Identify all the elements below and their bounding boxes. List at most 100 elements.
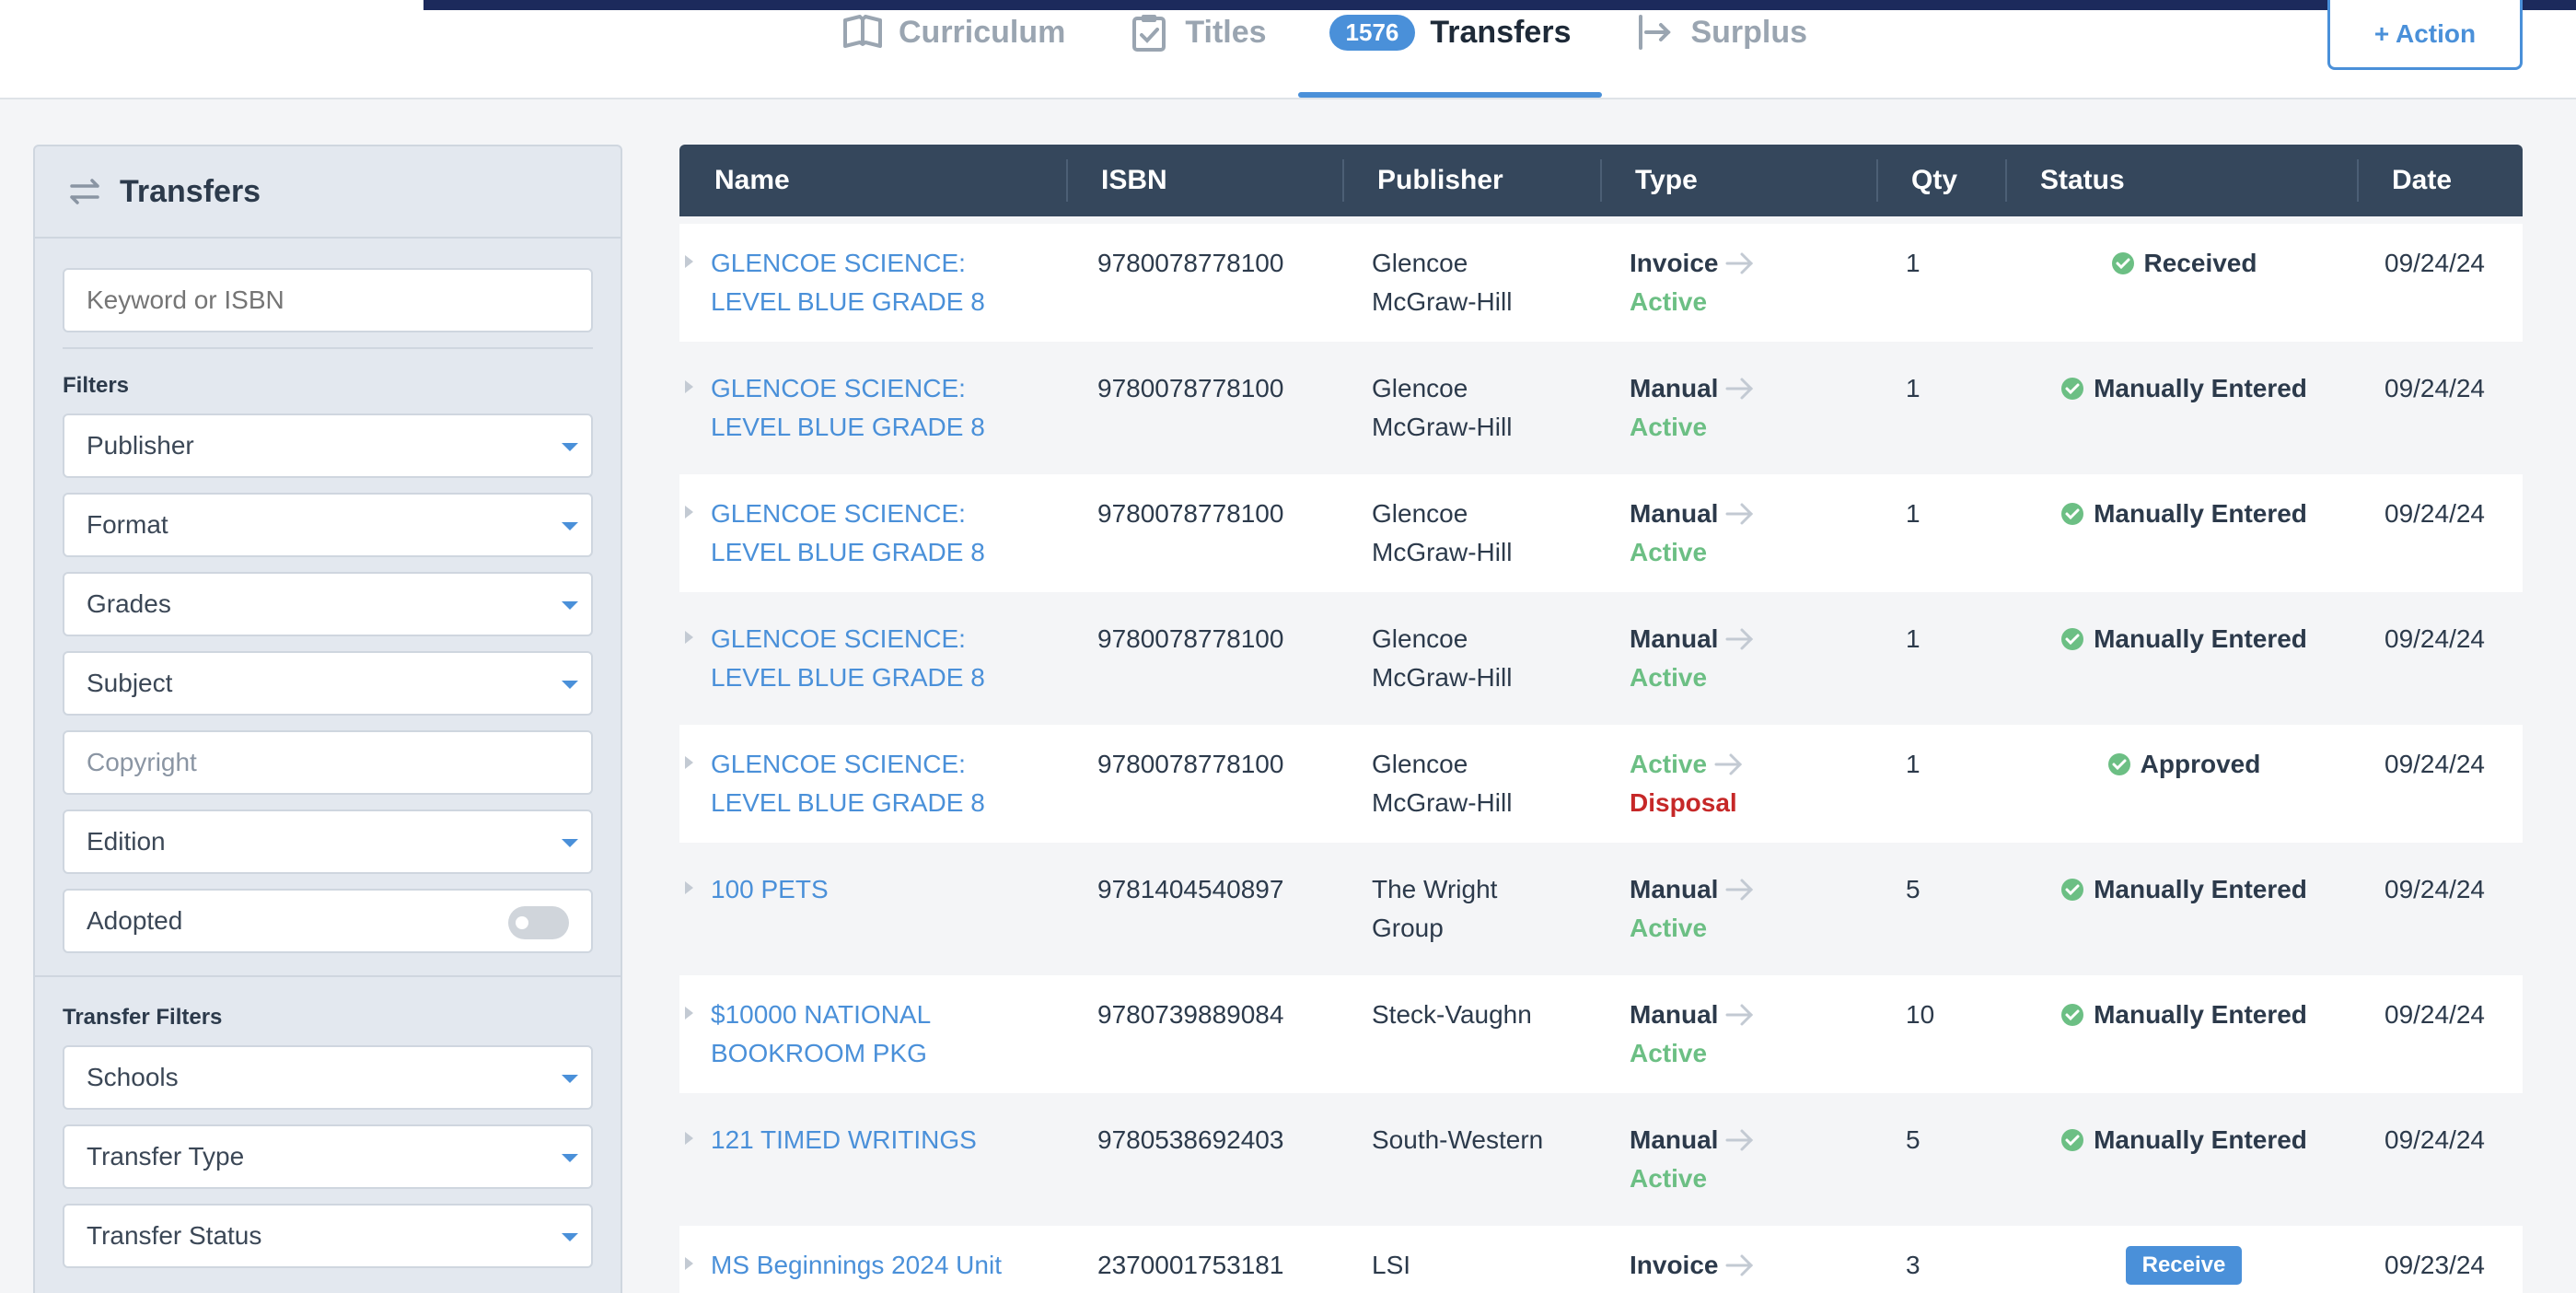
type-from: Manual bbox=[1630, 870, 1757, 909]
type-to-label: Active bbox=[1630, 1039, 1708, 1067]
publisher-line: McGraw-Hill bbox=[1372, 538, 1513, 566]
receive-button[interactable]: Receive bbox=[2125, 1246, 2243, 1285]
isbn-cell: 9780078778100 bbox=[1097, 750, 1284, 778]
title-link[interactable]: GLENCOE SCIENCE: LEVEL BLUE GRADE 8 bbox=[711, 745, 1015, 822]
expand-caret-icon[interactable] bbox=[685, 380, 693, 393]
column-header-isbn[interactable]: ISBN bbox=[1101, 165, 1167, 196]
isbn-cell: 9780739889084 bbox=[1097, 1000, 1284, 1029]
publisher-cell: Glencoe McGraw-Hill bbox=[1372, 620, 1584, 697]
column-header-name[interactable]: Name bbox=[714, 165, 790, 196]
publisher-line: McGraw-Hill bbox=[1372, 413, 1513, 441]
table-row[interactable]: GLENCOE SCIENCE: LEVEL BLUE GRADE 8 9780… bbox=[679, 725, 2523, 843]
title-line: LEVEL BLUE GRADE 8 bbox=[711, 663, 985, 692]
table-row[interactable]: MS Beginnings 2024 Unit 4 2370001753181 … bbox=[679, 1226, 2523, 1293]
top-navigation: Curriculum Titles 1576 Transfers Surplus… bbox=[0, 0, 2576, 99]
title-link[interactable]: GLENCOE SCIENCE: LEVEL BLUE GRADE 8 bbox=[711, 495, 1015, 572]
title-line: LEVEL BLUE GRADE 8 bbox=[711, 287, 985, 316]
adopted-toggle[interactable] bbox=[508, 906, 569, 939]
qty-cell: 1 bbox=[1906, 624, 1920, 653]
isbn-cell: 9780078778100 bbox=[1097, 374, 1284, 402]
grades-select[interactable]: Grades bbox=[63, 572, 593, 636]
status-label: Manually Entered bbox=[2094, 875, 2307, 903]
title-link[interactable]: GLENCOE SCIENCE: LEVEL BLUE GRADE 8 bbox=[711, 369, 1015, 447]
type-cell: Manual Active bbox=[1630, 620, 1757, 697]
select-label: Format bbox=[87, 510, 168, 539]
expand-caret-icon[interactable] bbox=[685, 1257, 693, 1270]
tab-titles[interactable]: Titles bbox=[1097, 0, 1297, 64]
date-cell: 09/24/24 bbox=[2385, 1000, 2485, 1029]
edition-select[interactable]: Edition bbox=[63, 810, 593, 874]
title-link[interactable]: MS Beginnings 2024 Unit 4 bbox=[711, 1246, 1015, 1293]
clipboard-check-icon bbox=[1132, 15, 1166, 52]
expand-caret-icon[interactable] bbox=[685, 631, 693, 644]
date-cell: 09/24/24 bbox=[2385, 750, 2485, 778]
column-header-qty[interactable]: Qty bbox=[1911, 165, 1957, 196]
publisher-line: The Wright bbox=[1372, 875, 1498, 903]
date-cell: 09/24/24 bbox=[2385, 374, 2485, 402]
title-link[interactable]: GLENCOE SCIENCE: LEVEL BLUE GRADE 8 bbox=[711, 620, 1015, 697]
date-cell: 09/24/24 bbox=[2385, 499, 2485, 528]
column-header-date[interactable]: Date bbox=[2392, 165, 2452, 196]
column-header-type[interactable]: Type bbox=[1635, 165, 1698, 196]
subject-select[interactable]: Subject bbox=[63, 651, 593, 716]
type-from-label: Manual bbox=[1630, 374, 1719, 402]
book-icon bbox=[843, 15, 882, 48]
expand-caret-icon[interactable] bbox=[685, 506, 693, 518]
column-separator bbox=[1066, 159, 1068, 202]
schools-select[interactable]: Schools bbox=[63, 1045, 593, 1110]
table-row[interactable]: 121 TIMED WRITINGS 9780538692403 South-W… bbox=[679, 1101, 2523, 1218]
format-select[interactable]: Format bbox=[63, 493, 593, 557]
tab-transfers[interactable]: 1576 Transfers bbox=[1297, 0, 1603, 98]
arrow-right-icon bbox=[1725, 1254, 1754, 1276]
copyright-input[interactable]: Copyright bbox=[63, 730, 593, 795]
chevron-down-icon bbox=[562, 681, 578, 689]
title-link[interactable]: $10000 NATIONAL BOOKROOM PKG bbox=[711, 996, 1015, 1073]
arrow-right-icon bbox=[1725, 378, 1754, 400]
type-from: Manual bbox=[1630, 620, 1757, 658]
search-input[interactable] bbox=[63, 268, 593, 332]
add-action-button[interactable]: + Action bbox=[2327, 0, 2523, 70]
expand-caret-icon[interactable] bbox=[685, 255, 693, 268]
transfer-arrows-icon bbox=[70, 179, 99, 204]
select-label: Subject bbox=[87, 669, 173, 697]
type-from-label: Invoice bbox=[1630, 249, 1719, 277]
table-row[interactable]: GLENCOE SCIENCE: LEVEL BLUE GRADE 8 9780… bbox=[679, 349, 2523, 467]
publisher-line: Glencoe bbox=[1372, 750, 1468, 778]
isbn-cell: 9780078778100 bbox=[1097, 249, 1284, 277]
expand-caret-icon[interactable] bbox=[685, 881, 693, 894]
status-cell: Manually Entered bbox=[2060, 1121, 2307, 1159]
publisher-select[interactable]: Publisher bbox=[63, 414, 593, 478]
column-separator bbox=[2357, 159, 2359, 202]
column-header-publisher[interactable]: Publisher bbox=[1377, 165, 1503, 196]
isbn-cell: 9781404540897 bbox=[1097, 875, 1284, 903]
tab-surplus[interactable]: Surplus bbox=[1602, 0, 1839, 64]
table-row[interactable]: GLENCOE SCIENCE: LEVEL BLUE GRADE 8 9780… bbox=[679, 474, 2523, 592]
tab-curriculum[interactable]: Curriculum bbox=[810, 0, 1097, 64]
column-header-status[interactable]: Status bbox=[2040, 165, 2125, 196]
arrow-right-icon bbox=[1714, 753, 1743, 775]
arrow-right-icon bbox=[1725, 1004, 1754, 1026]
select-label: Transfer Status bbox=[87, 1221, 262, 1250]
expand-caret-icon[interactable] bbox=[685, 1007, 693, 1019]
publisher-line: McGraw-Hill bbox=[1372, 287, 1513, 316]
transfer-type-select[interactable]: Transfer Type bbox=[63, 1124, 593, 1189]
expand-caret-icon[interactable] bbox=[685, 1132, 693, 1145]
publisher-line: Glencoe bbox=[1372, 624, 1468, 653]
table-row[interactable]: $10000 NATIONAL BOOKROOM PKG 97807398890… bbox=[679, 975, 2523, 1093]
table-row[interactable]: 100 PETS 9781404540897 The Wright Group … bbox=[679, 850, 2523, 968]
publisher-cell: The Wright Group bbox=[1372, 870, 1584, 948]
type-to-label: Disposal bbox=[1630, 788, 1737, 817]
transfer-status-select[interactable]: Transfer Status bbox=[63, 1204, 593, 1268]
status-label: Manually Entered bbox=[2094, 1000, 2307, 1029]
status-cell: Manually Entered bbox=[2060, 369, 2307, 408]
title-line: 121 TIMED WRITINGS bbox=[711, 1125, 977, 1154]
title-link[interactable]: 100 PETS bbox=[711, 870, 1015, 909]
table-row[interactable]: GLENCOE SCIENCE: LEVEL BLUE GRADE 8 9780… bbox=[679, 600, 2523, 717]
sidebar-header: Transfers bbox=[35, 146, 621, 239]
publisher-line: South-Western bbox=[1372, 1125, 1544, 1154]
expand-caret-icon[interactable] bbox=[685, 756, 693, 769]
select-label: Publisher bbox=[87, 431, 194, 460]
table-row[interactable]: GLENCOE SCIENCE: LEVEL BLUE GRADE 8 9780… bbox=[679, 224, 2523, 342]
title-link[interactable]: 121 TIMED WRITINGS bbox=[711, 1121, 1015, 1159]
title-link[interactable]: GLENCOE SCIENCE: LEVEL BLUE GRADE 8 bbox=[711, 244, 1015, 321]
